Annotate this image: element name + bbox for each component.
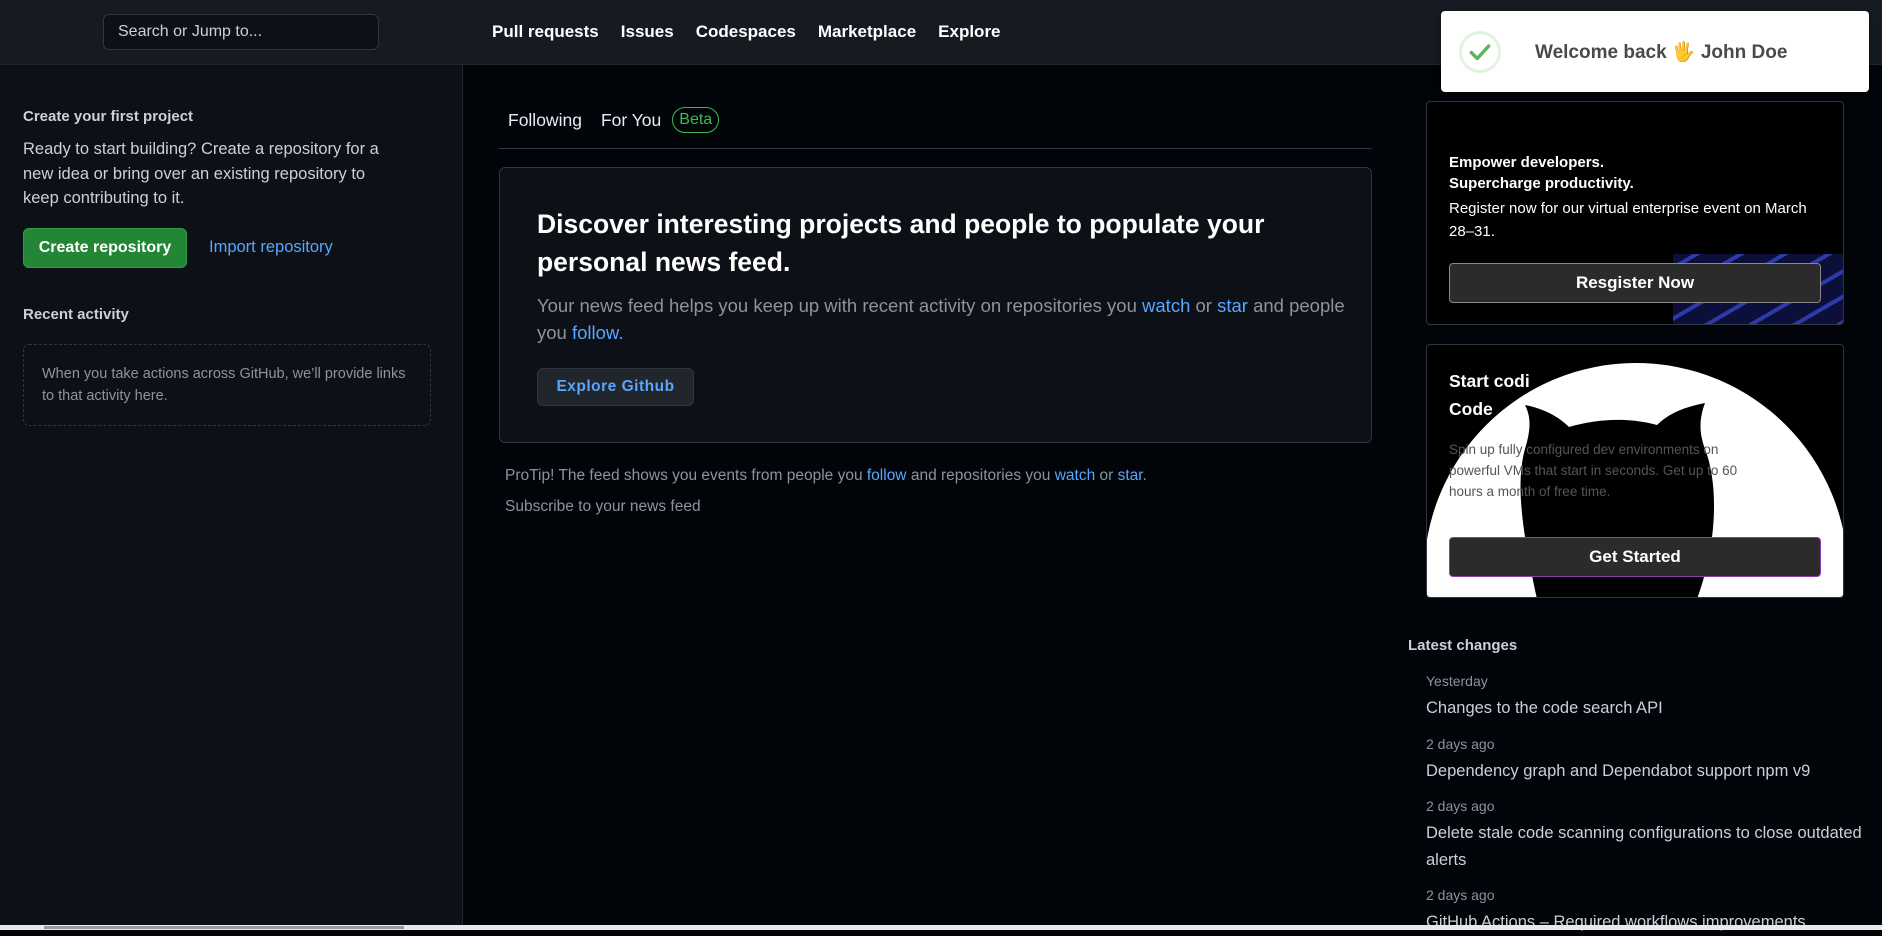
tab-following[interactable]: Following: [508, 110, 582, 131]
change-title[interactable]: Delete stale code scanning configuration…: [1426, 820, 1866, 874]
watch-link[interactable]: watch: [1142, 295, 1190, 316]
body-text: Your news feed helps you keep up with re…: [537, 295, 1143, 316]
codespaces-headline-line: Start codi: [1449, 371, 1530, 391]
recent-activity-heading: Recent activity: [23, 306, 129, 323]
protip-watch-link[interactable]: watch: [1055, 467, 1096, 484]
change-item[interactable]: Yesterday Changes to the code search API: [1426, 673, 1866, 722]
protip-follow-link[interactable]: follow: [867, 467, 907, 484]
protip-text: and repositories you: [906, 467, 1055, 484]
promo-headline-line: Supercharge productivity.: [1449, 175, 1634, 192]
protip-text: ProTip! The feed shows you events from p…: [505, 467, 867, 484]
nav-marketplace[interactable]: Marketplace: [818, 22, 916, 42]
left-sidebar: Create your first project Ready to start…: [0, 65, 463, 930]
search-input[interactable]: [116, 22, 366, 42]
first-project-text: Ready to start building? Create a reposi…: [23, 140, 379, 207]
create-repository-button[interactable]: Create repository: [23, 228, 187, 268]
body-text: or: [1190, 295, 1218, 316]
get-started-button[interactable]: Get Started: [1449, 537, 1821, 577]
nav-explore[interactable]: Explore: [938, 22, 1000, 42]
codespaces-text: Spin up fully configured dev environment…: [1449, 442, 1738, 499]
discover-card: Discover interesting projects and people…: [499, 167, 1372, 443]
search-box[interactable]: [103, 14, 379, 50]
change-date: 2 days ago: [1426, 887, 1495, 903]
register-now-button[interactable]: Resgister Now: [1449, 263, 1821, 303]
change-item[interactable]: 2 days ago Delete stale code scanning co…: [1426, 798, 1866, 874]
promo-headline-line: Empower developers.: [1449, 154, 1605, 171]
recent-activity-empty: When you take actions across GitHub, we’…: [23, 344, 431, 426]
nav-pull-requests[interactable]: Pull requests: [492, 22, 599, 42]
change-date: 2 days ago: [1426, 736, 1495, 752]
codespaces-headline-line: Code: [1449, 399, 1493, 419]
protip-text: or: [1095, 467, 1118, 484]
scrollbar-thumb[interactable]: [44, 926, 404, 929]
codespaces-promo: Start codi Code Spin up fully configured…: [1426, 344, 1844, 598]
nav-issues[interactable]: Issues: [621, 22, 674, 42]
change-item[interactable]: 2 days ago Dependency graph and Dependab…: [1426, 736, 1866, 785]
protip-text: .: [1142, 467, 1147, 484]
promo-text: Register now for our virtual enterprise …: [1449, 200, 1807, 240]
protip-star-link[interactable]: star: [1118, 467, 1143, 484]
feed-tabs: Following For You Beta: [508, 107, 720, 133]
discover-body: Your news feed helps you keep up with re…: [537, 292, 1347, 346]
change-date: Yesterday: [1426, 673, 1488, 689]
promo-headline: Empower developers. Supercharge producti…: [1449, 152, 1634, 194]
tab-for-you[interactable]: For You: [601, 110, 661, 131]
toast-message: Welcome back 🖐 John Doe: [1535, 41, 1788, 63]
change-title[interactable]: Changes to the code search API: [1426, 695, 1866, 722]
success-check-icon: [1459, 30, 1501, 73]
welcome-toast[interactable]: Welcome back 🖐 John Doe: [1441, 11, 1869, 92]
protip: ProTip! The feed shows you events from p…: [505, 467, 1147, 485]
change-date: 2 days ago: [1426, 798, 1495, 814]
main-nav: Pull requests Issues Codespaces Marketpl…: [492, 22, 1001, 42]
enterprise-promo: Empower developers. Supercharge producti…: [1426, 101, 1844, 325]
follow-link[interactable]: follow.: [572, 322, 623, 343]
explore-github-button[interactable]: Explore Github: [537, 368, 694, 406]
discover-title: Discover interesting projects and people…: [537, 209, 1265, 277]
change-title[interactable]: GitHub Actions – Required workflows impr…: [1426, 909, 1866, 936]
change-title[interactable]: Dependency graph and Dependabot support …: [1426, 758, 1866, 785]
beta-badge: Beta: [672, 107, 720, 133]
first-project-heading: Create your first project: [23, 108, 194, 125]
nav-codespaces[interactable]: Codespaces: [696, 22, 796, 42]
import-repository-link[interactable]: Import repository: [209, 238, 333, 257]
horizontal-scrollbar[interactable]: [0, 925, 1882, 930]
latest-changes-heading: Latest changes: [1408, 637, 1518, 654]
codespaces-headline: Start codi Code: [1449, 367, 1537, 423]
star-link[interactable]: star: [1217, 295, 1248, 316]
tabs-divider: [499, 148, 1372, 149]
subscribe-link[interactable]: Subscribe to your news feed: [505, 498, 701, 516]
